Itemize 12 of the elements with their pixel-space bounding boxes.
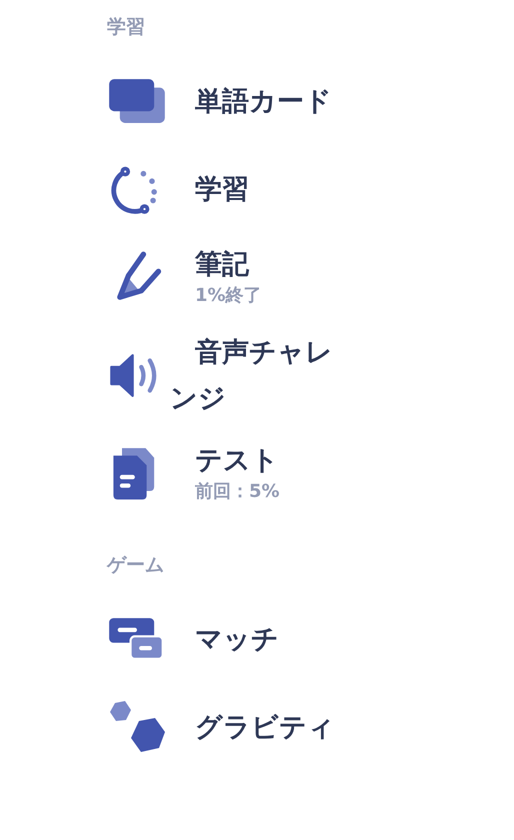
menu-item-label[interactable]: マッチ	[195, 622, 279, 658]
progress-caption: 1%終了	[195, 284, 262, 308]
menu-item-label[interactable]: 学習	[195, 172, 249, 208]
menu-item-label[interactable]: 筆記	[195, 247, 262, 283]
menu-item-label[interactable]: 単語カード	[195, 84, 332, 120]
menu-item-label[interactable]: グラビティ	[195, 710, 335, 746]
section-heading: 学習	[107, 15, 146, 40]
progress-caption: 前回：5%	[195, 480, 280, 504]
cards-icon[interactable]	[107, 78, 167, 126]
section-heading: ゲーム	[107, 553, 165, 578]
menu-item-label[interactable]: 音声チャレンジ	[170, 330, 360, 422]
menu-item-label[interactable]: テスト	[195, 443, 280, 479]
